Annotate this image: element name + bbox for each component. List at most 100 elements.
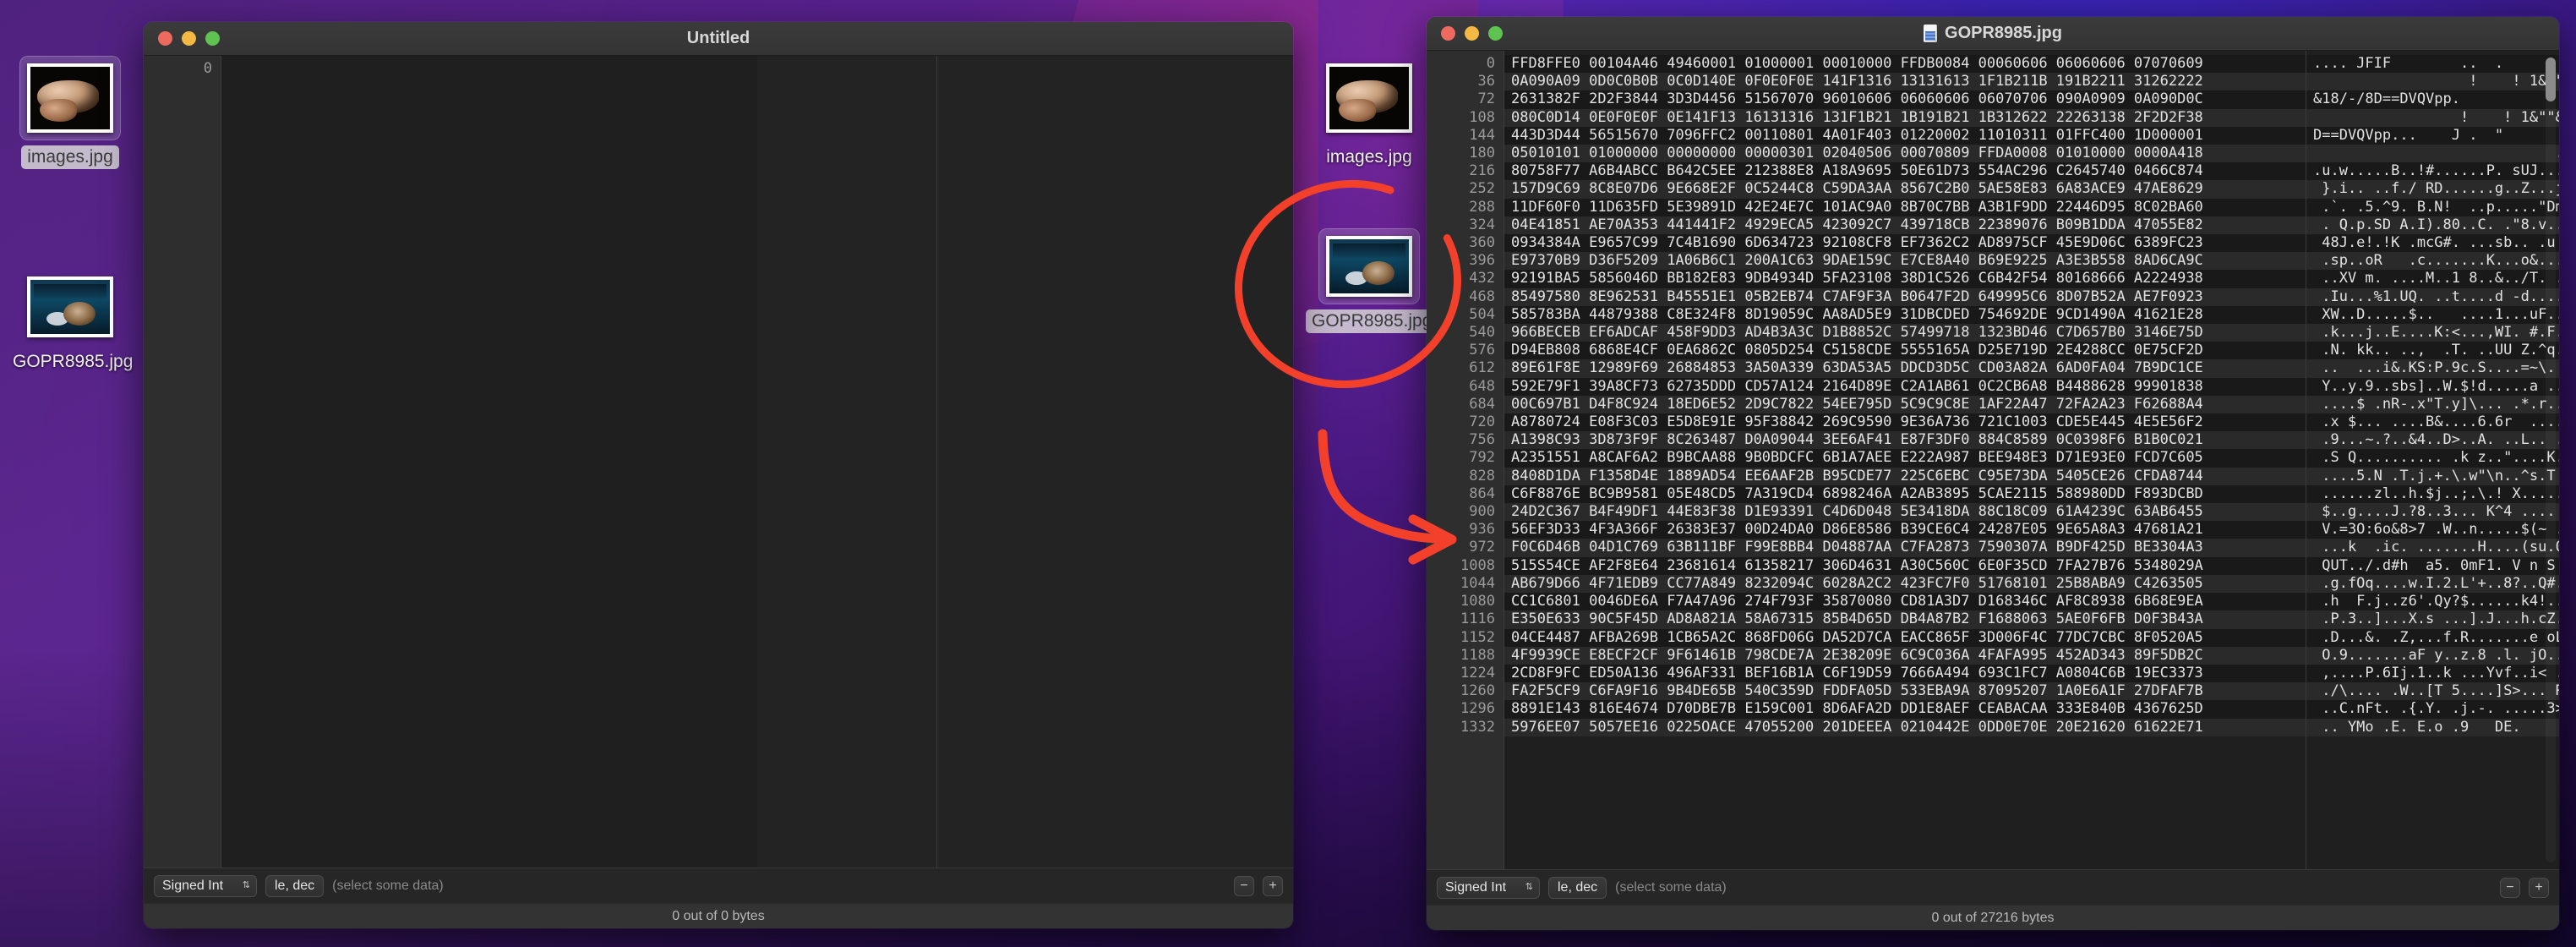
hex-row[interactable]: 00C697B1 D4F8C924 18ED6E52 2D9C7822 54EE… — [1504, 395, 2306, 414]
ascii-row[interactable]: &18/-/8D==DVQVpp. — [2306, 90, 2559, 109]
hex-row[interactable]: E97370B9 D36F5209 1A06B6C1 200A1C63 9DAE… — [1504, 252, 2306, 271]
ascii-row[interactable]: ....$ .nR-.x"T.y]\... .*.r..#.&.. — [2306, 395, 2559, 414]
zoom-out-button[interactable]: − — [2500, 877, 2520, 898]
ascii-row[interactable]: .. ...i&.KS:P.9c.S....=~\. .*j.. {... — [2306, 359, 2559, 378]
ascii-row[interactable]: ! ! 1&""&18/-/8 — [2306, 108, 2559, 127]
hex-row[interactable]: FA2F5CF9 C6FA9F16 9B4DE65B 540C359D FDDF… — [1504, 682, 2306, 701]
hex-columns[interactable] — [221, 56, 757, 868]
hex-row[interactable]: CC1C6801 0046DE6A F7A47A96 274F793F 3587… — [1504, 593, 2306, 611]
window-titlebar[interactable]: Untitled — [144, 22, 1293, 56]
ascii-row[interactable]: .k...j..E....K:<...,WI. #.F..W.IF.] — [2306, 324, 2559, 342]
ascii-row[interactable]: .`. .5.^9. B.N! ..p....."Dm.. . — [2306, 198, 2559, 216]
hex-row[interactable]: 2CD8F9FC ED50A136 496AF331 BEF16B1A C6F1… — [1504, 664, 2306, 683]
hex-row[interactable]: 592E79F1 39A8CF73 62735DDD CD57A124 2164… — [1504, 377, 2306, 396]
hex-row[interactable]: A1398C93 3D873F9F 8C263487 D0A09044 3EE6… — [1504, 431, 2306, 450]
endianness-button[interactable]: le, dec — [265, 874, 325, 897]
hex-row[interactable]: A2351551 A8CAF6A2 B9BCAA88 9B0BDCFC 6B1A… — [1504, 449, 2306, 468]
ascii-row[interactable]: ..C.nFt. .{.Y. .j.-. .....3>. Cgb] — [2306, 700, 2559, 719]
hex-row[interactable]: 8408D1DA F1358D4E 1889AD54 EE6AAF2B B95C… — [1504, 467, 2306, 485]
window-controls[interactable] — [144, 31, 220, 46]
ascii-row[interactable]: .u.w.....B..!#......P. sUJ...dWM f.t — [2306, 162, 2559, 181]
hex-row[interactable]: 157D9C69 8C8E07D6 9E668E2F 0C5244C8 C59D… — [1504, 180, 2306, 199]
hex-row[interactable]: 04E41851 AE70A353 441441F2 4929ECA5 4230… — [1504, 216, 2306, 235]
hex-row[interactable]: 85497580 8E962531 B45551E1 05B2EB74 C7AF… — [1504, 287, 2306, 306]
hex-row[interactable]: AB679D66 4F71EDB9 CC77A849 8232094C 6028… — [1504, 574, 2306, 594]
zoom-button[interactable] — [205, 31, 220, 46]
hex-row[interactable]: 11DF60F0 11D635FD 5E39891D 42E24E7C 101A… — [1504, 198, 2306, 216]
ascii-row[interactable]: QUT../.d#h a5. 0mF1. V n S .{vSK . — [2306, 556, 2559, 575]
data-inspector-bar[interactable]: Signed Int ⇅ le, dec (select some data) … — [1427, 869, 2559, 905]
ascii-row[interactable]: }.i.. ..f./ RD......g..Z...j...G..) — [2306, 180, 2559, 199]
desktop-icon-images-jpg[interactable]: images.jpg — [7, 56, 134, 169]
hex-editor-body[interactable]: 0 36 72 108 144 180 216 252 288 324 360 396 432 468 50… — [1427, 51, 2559, 869]
desktop-icon-thumbnail[interactable] — [1318, 56, 1420, 140]
hex-editor-body[interactable]: 0 — [144, 56, 1293, 868]
ascii-row[interactable]: .9...~.?..&4..D>..A. ..L.. ..nAC! — [2306, 431, 2559, 450]
ascii-row[interactable]: ./\.... .W..[T 5....]S>... R } .Y'.[ — [2306, 682, 2559, 701]
endianness-button[interactable]: le, dec — [1548, 876, 1607, 899]
ascii-row[interactable]: .sp..oR .c.......K...o&...K...x... — [2306, 252, 2559, 271]
hex-editor-window-gopr8985[interactable]: GOPR8985.jpg 0 36 72 108 144 180 216 252 288 324 3… — [1427, 17, 2559, 930]
hex-row[interactable]: 80758F77 A6B4ABCC B642C5EE 212388E8 A18A… — [1504, 162, 2306, 181]
hex-row[interactable]: 89E61F8E 12989F69 26884853 3A50A339 63DA… — [1504, 359, 2306, 378]
desktop-icon-gopr8985-jpg-right[interactable]: GOPR8985.jpg — [1306, 228, 1438, 333]
ascii-row[interactable]: .h F.j..z6'.Qy?$......k4!...8kk.. — [2306, 593, 2559, 611]
hex-row[interactable]: 0A090A09 0D0C0B0B 0C0D140E 0F0E0F0E 141F… — [1504, 73, 2306, 91]
hex-row[interactable]: A8780724 E08F3C03 E5D8E91E 95F38842 269C… — [1504, 413, 2306, 432]
ascii-row[interactable]: .x $... ....B&....6.6r ....EN^V. — [2306, 413, 2559, 432]
hex-row[interactable]: 515S54CE AF2F8E64 23681614 61358217 306D… — [1504, 556, 2306, 575]
hex-row[interactable]: 04CE4487 AFBA269B 1CB65A2C 868FD06G DA52… — [1504, 628, 2306, 647]
hex-row[interactable]: 92191BA5 5856046D BB182E83 9DB4934D 5FA2… — [1504, 270, 2306, 288]
ascii-row[interactable]: ..XV m. ....M..1 8..&../T. .f."I8 — [2306, 270, 2559, 288]
hex-row[interactable]: 24D2C367 B4F49DF1 44E83F38 D1E93391 C4D6… — [1504, 503, 2306, 522]
close-button[interactable] — [1441, 26, 1455, 41]
hex-row[interactable]: 585783BA 44879388 C8E324F8 8D19059C AA8A… — [1504, 305, 2306, 325]
ascii-row[interactable]: .S Q.......... .k z.."....K. .... — [2306, 449, 2559, 468]
ascii-row[interactable]: $..g....J.?8..3... K^4 .... a.#.c.dU — [2306, 503, 2559, 522]
hex-row[interactable]: F0C6D46B 04D1C769 63B111BF F99E8BB4 D048… — [1504, 539, 2306, 557]
minimize-button[interactable] — [182, 31, 196, 46]
ascii-columns[interactable] — [757, 56, 1293, 868]
hex-row[interactable]: 8891E143 816E4674 D70DBE7B E159C001 8D6A… — [1504, 700, 2306, 719]
hex-row[interactable]: 0934384A E9657C99 7C4B1690 6D634723 9210… — [1504, 234, 2306, 253]
desktop-icon-images-jpg-right[interactable]: images.jpg — [1306, 56, 1433, 169]
desktop-icon-gopr8985-jpg[interactable]: GOPR8985.jpg — [7, 269, 134, 374]
zoom-button[interactable] — [1488, 26, 1503, 41]
ascii-row[interactable]: .P.3..]...X.s ...].J...h.cZ....... — [2306, 610, 2559, 629]
ascii-row[interactable]: .N. kk.. .., .T. ..UU Z.^q..B.. u.- — [2306, 342, 2559, 360]
zoom-in-button[interactable]: + — [2529, 877, 2549, 898]
hex-row[interactable]: E350E633 90C5F45D AD8A821A 58A67315 85B4… — [1504, 610, 2306, 629]
ascii-columns[interactable]: .... JFIF .. . ! ! 1&"" &18/-/8D==DVQVpp.… — [2306, 51, 2559, 869]
hex-row[interactable]: 966BECEB EF6ADCAF 458F9DD3 AD4B3A3C D1B8… — [1504, 324, 2306, 342]
ascii-row[interactable]: .. . — [2306, 145, 2559, 163]
hex-row[interactable]: D94EB808 6868E4CF 0EA6862C 0805D254 C515… — [1504, 342, 2306, 360]
hex-row[interactable]: 080C0D14 0E0F0E0F 0E141F13 16131316 131F… — [1504, 108, 2306, 127]
ascii-row[interactable]: . Q.p.SD A.I).80..C. ."8.v.. .G ^. — [2306, 216, 2559, 235]
hex-columns[interactable]: FFD8FFE0 00104A46 49460001 01000001 0001… — [1504, 51, 2306, 869]
hex-row[interactable]: FFD8FFE0 00104A46 49460001 01000001 0001… — [1504, 55, 2306, 74]
desktop-icon-thumbnail[interactable] — [1318, 228, 1420, 304]
ascii-row[interactable]: ....5.N .T.j.+.\.w"\n..^s.T .&...D — [2306, 467, 2559, 485]
close-button[interactable] — [158, 31, 172, 46]
ascii-row[interactable]: .g.fOq....w.I.2.L'+..8?..Q#. %...&5 — [2306, 574, 2559, 594]
ascii-row[interactable]: 48J.e!.!K .mcG#. ...sb.. .u E..!C..# — [2306, 234, 2559, 253]
ascii-row[interactable]: XW..D.....$.. ....1...uF....I Ab C — [2306, 305, 2559, 325]
data-inspector-bar[interactable]: Signed Int ⇅ le, dec (select some data) … — [144, 868, 1293, 903]
ascii-row[interactable]: ,....P.6Ij.1..k ...Yvf..i< ....Lk .3s — [2306, 664, 2559, 683]
ascii-row[interactable]: .... JFIF .. . — [2306, 55, 2559, 74]
ascii-row[interactable]: ! ! 1&"" — [2306, 73, 2559, 91]
window-controls[interactable] — [1427, 26, 1503, 41]
ascii-row[interactable]: Y..y.9..sbs]..W.$!d.....a ..,.H.+.. ; — [2306, 377, 2559, 396]
ascii-row[interactable]: ......zl..h.$j..;.\.! X....... — [2306, 484, 2559, 504]
hex-row[interactable]: 2631382F 2D2F3844 3D3D4456 51567070 9601… — [1504, 90, 2306, 109]
hex-row[interactable]: 4F9939CE E8ECF2CF 9F61461B 798CDE7A 2E38… — [1504, 646, 2306, 665]
hex-row[interactable]: 5976EE07 5057EE16 0225OACE 47055200 201D… — [1504, 718, 2306, 736]
desktop-icon-thumbnail[interactable] — [19, 269, 121, 345]
hex-row[interactable]: C6F8876E BC9B9581 05E48CD5 7A319CD4 6898… — [1504, 484, 2306, 504]
data-type-select[interactable]: Signed Int ⇅ — [154, 874, 257, 897]
ascii-row[interactable]: V.=3O:6o&8>7 .W..n.....$(~ .e..Gk ! — [2306, 521, 2559, 539]
zoom-out-button[interactable]: − — [1234, 875, 1254, 896]
ascii-row[interactable]: ...k .ic. .......H....(su.0z..8].3 . — [2306, 539, 2559, 557]
minimize-button[interactable] — [1465, 26, 1479, 41]
ascii-row[interactable]: .D...&. .Z,...f.R.......e oLw.!.... — [2306, 628, 2559, 647]
